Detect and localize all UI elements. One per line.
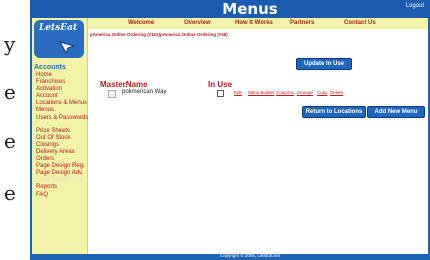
nav-how-it-works[interactable]: How It Works [235,18,273,29]
add-new-menu-button[interactable]: Add New Menu [367,106,425,118]
top-bar: Menus Logout [30,0,430,18]
sidebar-item-price-sheets[interactable]: Price Sheets [36,128,88,135]
nav-partners[interactable]: Partners [290,18,314,29]
sidebar-item-home[interactable]: Home [36,72,88,79]
letseat-logo[interactable]: LetsEat [34,20,84,58]
sidebar-item-franchises[interactable]: Franchises [36,79,88,86]
menu-builder-link[interactable]: Menu Builder [248,90,275,95]
nav-contact-us[interactable]: Contact Us [344,18,376,29]
browser-page-frame: Menus Logout LetsEat Accounts Home Franc… [30,0,430,260]
sidebar-item-faded[interactable]: Page Design Adv. [36,177,88,184]
breadcrumb: pAmerica Online Ordering (#110)pAmerica … [90,32,228,37]
strip-letter: e [4,129,16,153]
in-use-checkbox[interactable] [217,90,224,97]
nav-welcome[interactable]: Welcome [128,18,154,29]
sidebar-item-orders[interactable]: Orders [36,156,88,163]
sidebar-item-out-of-stock[interactable]: Out Of Stock [36,135,88,142]
menu-name: pokmerican Way [122,89,167,95]
page-title: Menus [222,0,278,18]
sidebar-item-page-design-reg[interactable]: Page Design Reg. [36,163,88,170]
table-row: pokmerican Way Edit Menu Builder Coupons… [88,89,428,98]
main-content: Welcome Overview How It Works Partners C… [88,18,428,254]
footer-copyright: Copyright © 2005, LetsEat.net [219,253,281,258]
sidebar-item-menus[interactable]: Menus [36,107,88,114]
copy-link[interactable]: Copy [317,90,328,95]
left-edge-strip: y e e e [0,0,30,260]
sidebar-item-delivery-areas[interactable]: Delivery Areas [36,149,88,156]
edit-link[interactable]: Edit [234,90,242,95]
strip-letter: e [4,181,16,205]
strip-letter: e [4,80,16,104]
update-in-use-button[interactable]: Update In Use [296,58,352,70]
strip-letter: y [4,32,16,56]
footer: Terms of Use | Privacy Policy | About Us… [30,247,430,260]
sidebar-item-users-passwords[interactable]: Users & Passwords [36,115,88,122]
return-to-locations-button[interactable]: Return to Locations [302,106,366,118]
sidebar-item-locations-menus[interactable]: Locations & Menus [36,100,88,107]
coupons-link[interactable]: Coupons [276,90,294,95]
sidebar-item-activation[interactable]: Activation [36,86,88,93]
sidebar-item-account[interactable]: Account [36,93,88,100]
cursor-arrow-icon [58,41,76,54]
sidebar-item-reports[interactable]: Reports [36,184,88,191]
sidebar-heading: Accounts [34,64,66,71]
column-header-mastername: MasterName [100,80,148,89]
sidebar-menu: Home Franchises Activation Account Locat… [36,72,88,199]
sidebar-item-closings[interactable]: Closings [36,142,88,149]
sidebar-item-faq[interactable]: FAQ [36,192,88,199]
column-header-in-use: In Use [208,80,233,89]
nav-overview[interactable]: Overview [184,18,211,29]
logo-text: LetsEat [39,23,78,33]
sidebar-item-page-design-adv[interactable]: Page Design Adv. [36,170,88,177]
arrange-link[interactable]: Arrange [297,90,313,95]
delete-link[interactable]: Delete [330,90,343,95]
top-nav: Welcome Overview How It Works Partners C… [88,18,428,31]
row-select-checkbox[interactable] [108,90,116,98]
logout-link[interactable]: Logout [406,3,424,9]
sidebar: LetsEat Accounts Home Franchises Activat… [32,18,88,254]
